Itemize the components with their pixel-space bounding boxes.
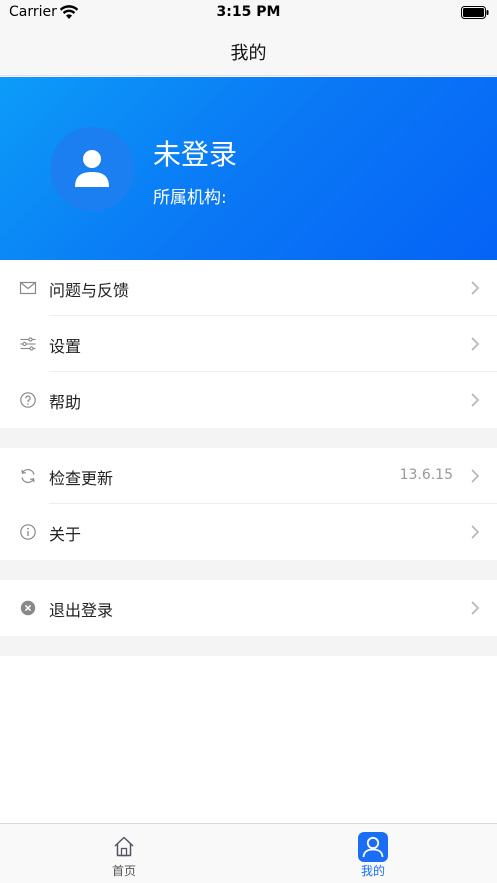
chevron-right-icon [471,469,480,483]
menu-item-settings[interactable]: 设置 [0,316,497,372]
avatar[interactable] [50,127,134,211]
chevron-right-icon [471,281,480,295]
info-circle-icon [20,524,36,540]
menu-item-feedback[interactable]: 问题与反馈 [0,260,497,316]
section-separator [0,636,497,656]
chevron-right-icon [471,337,480,351]
tab-bar: 首页 我的 [0,823,497,883]
menu-item-logout[interactable]: 退出登录 [0,580,497,636]
home-icon [114,836,134,857]
section-separator [0,560,497,580]
tab-label: 首页 [111,864,136,878]
page-title: 我的 [230,43,267,64]
user-icon [358,832,388,862]
menu-item-about[interactable]: 关于 [0,504,497,560]
chevron-right-icon [471,525,480,539]
profile-header[interactable]: 未登录 所属机构: [0,77,497,260]
section-separator [0,428,497,448]
menu-item-label: 检查更新 [49,469,114,488]
profile-org-label: 所属机构: [153,188,227,208]
menu-item-help[interactable]: 帮助 [0,372,497,428]
help-circle-icon [20,392,36,408]
user-avatar-icon [75,150,109,187]
menu-item-label: 退出登录 [49,601,114,620]
menu-item-check-update[interactable]: 检查更新 13.6.15 [0,448,497,504]
tab-home[interactable]: 首页 [0,824,248,883]
menu-item-label: 问题与反馈 [49,281,130,300]
tab-label: 我的 [360,864,385,878]
menu-item-label: 帮助 [49,393,82,412]
profile-name[interactable]: 未登录 [153,133,237,173]
mail-icon [19,281,37,295]
status-bar: Carrier 3:15 PM [0,0,497,26]
close-circle-icon [20,600,36,616]
version-number: 13.6.15 [399,467,453,483]
navigation-bar: 我的 [0,26,497,76]
sliders-icon [20,337,36,351]
battery-icon [461,6,489,19]
tab-mine[interactable]: 我的 [249,824,497,883]
menu-item-label: 关于 [49,525,82,544]
menu-item-label: 设置 [49,337,82,356]
chevron-right-icon [471,393,480,407]
chevron-right-icon [471,601,480,615]
refresh-icon [21,469,35,483]
clock: 3:15 PM [216,4,281,20]
